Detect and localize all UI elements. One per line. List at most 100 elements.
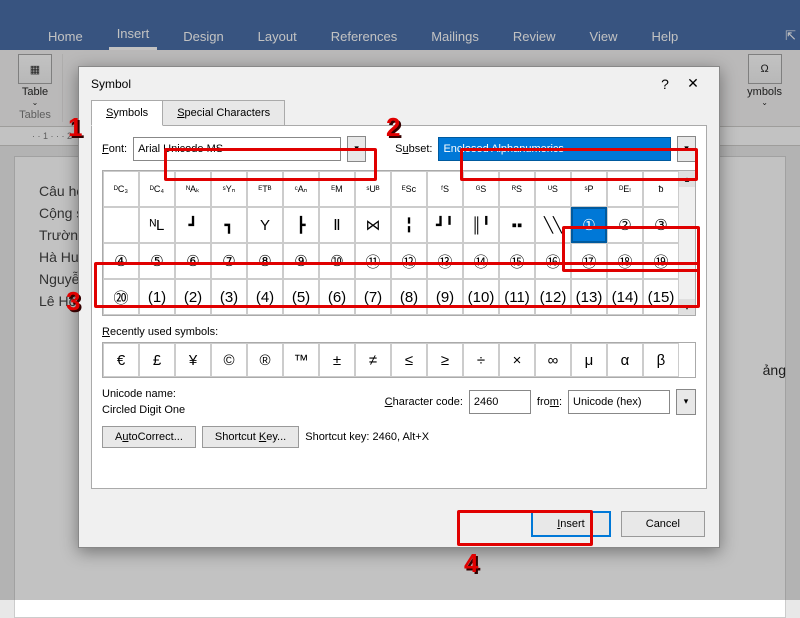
symbol-cell[interactable]: ③ xyxy=(643,207,679,243)
symbol-cell[interactable]: ⑫ xyxy=(391,243,427,279)
symbol-cell[interactable]: ⑬ xyxy=(427,243,463,279)
symbol-cell[interactable]: ™ xyxy=(283,343,319,377)
symbol-cell[interactable]: ┣ xyxy=(283,207,319,243)
symbol-cell[interactable]: (5) xyxy=(283,279,319,315)
symbol-cell[interactable]: ║╹ xyxy=(463,207,499,243)
symbol-cell[interactable]: ⑱ xyxy=(607,243,643,279)
symbol-cell[interactable]: (2) xyxy=(175,279,211,315)
symbol-cell[interactable]: ᴰC₄ xyxy=(139,171,175,207)
symbol-cell[interactable]: ⑧ xyxy=(247,243,283,279)
symbol-cell[interactable] xyxy=(103,207,139,243)
symbol-cell[interactable]: ƀ xyxy=(643,171,679,207)
help-icon[interactable]: ? xyxy=(651,76,679,92)
symbol-cell[interactable]: (6) xyxy=(319,279,355,315)
symbol-cell[interactable]: ⑲ xyxy=(643,243,679,279)
subset-dropdown[interactable]: ▾ xyxy=(677,136,696,162)
symbol-cell[interactable]: ᴰC₃ xyxy=(103,171,139,207)
symbol-cell[interactable]: ᴰEₗ xyxy=(607,171,643,207)
symbol-cell[interactable]: ┓ xyxy=(211,207,247,243)
symbol-cell[interactable]: Ⅱ xyxy=(319,207,355,243)
symbol-grid: ᴰC₃ᴰC₄ᴺAₖˢYₙᴱTᴮᶜAₙᴱMˢUᴮᴱScᶠSᴳSᴿSᵁSˢPᴰEₗƀ… xyxy=(102,170,696,316)
symbol-cell[interactable]: ᴺAₖ xyxy=(175,171,211,207)
symbol-cell[interactable]: © xyxy=(211,343,247,377)
symbol-cell[interactable]: ⑳ xyxy=(103,279,139,315)
symbol-cell[interactable]: ® xyxy=(247,343,283,377)
subset-input[interactable] xyxy=(438,137,671,161)
font-dropdown[interactable]: ▾ xyxy=(347,136,366,162)
symbol-cell[interactable]: ⑯ xyxy=(535,243,571,279)
symbol-cell[interactable]: ⑩ xyxy=(319,243,355,279)
symbol-cell[interactable]: ④ xyxy=(103,243,139,279)
symbol-cell[interactable]: (12) xyxy=(535,279,571,315)
symbol-cell[interactable]: ⑪ xyxy=(355,243,391,279)
symbol-cell[interactable]: ▪▪ xyxy=(499,207,535,243)
symbol-cell[interactable]: ˢP xyxy=(571,171,607,207)
symbol-cell[interactable]: ˢUᴮ xyxy=(355,171,391,207)
symbol-cell[interactable]: ⑥ xyxy=(175,243,211,279)
symbol-cell[interactable]: α xyxy=(607,343,643,377)
symbol-cell[interactable]: ᴱSc xyxy=(391,171,427,207)
symbol-cell[interactable]: μ xyxy=(571,343,607,377)
symbol-cell[interactable]: ⑰ xyxy=(571,243,607,279)
symbol-cell[interactable]: ≥ xyxy=(427,343,463,377)
symbol-cell[interactable]: (14) xyxy=(607,279,643,315)
tab-special-characters[interactable]: Special Characters xyxy=(162,100,285,126)
grid-scrollbar[interactable]: ▴ ▾ xyxy=(678,171,695,315)
symbol-cell[interactable]: β xyxy=(643,343,679,377)
shortcut-key-button[interactable]: Shortcut Key... xyxy=(202,426,299,448)
symbol-cell[interactable]: ᵁS xyxy=(535,171,571,207)
tab-symbols[interactable]: SSymbolsymbols xyxy=(91,100,163,126)
symbol-cell[interactable]: (3) xyxy=(211,279,247,315)
symbol-cell[interactable]: × xyxy=(499,343,535,377)
symbol-cell[interactable]: ⋈ xyxy=(355,207,391,243)
symbol-cell[interactable]: (13) xyxy=(571,279,607,315)
symbol-cell[interactable]: ± xyxy=(319,343,355,377)
symbol-cell[interactable]: ⑤ xyxy=(139,243,175,279)
symbol-cell[interactable]: ᴱM xyxy=(319,171,355,207)
symbol-cell[interactable]: (7) xyxy=(355,279,391,315)
char-code-input[interactable] xyxy=(469,390,531,414)
insert-button[interactable]: Insert xyxy=(531,511,611,537)
symbol-cell[interactable]: ① xyxy=(571,207,607,243)
symbol-cell[interactable]: ᴳS xyxy=(463,171,499,207)
symbol-cell[interactable]: ᴿS xyxy=(499,171,535,207)
symbol-cell[interactable]: € xyxy=(103,343,139,377)
from-dropdown[interactable]: ▾ xyxy=(676,389,696,415)
symbol-cell[interactable]: (1) xyxy=(139,279,175,315)
symbol-cell[interactable]: (9) xyxy=(427,279,463,315)
symbol-cell[interactable]: ᶠS xyxy=(427,171,463,207)
symbol-cell[interactable]: ⑦ xyxy=(211,243,247,279)
symbol-cell[interactable]: Y xyxy=(247,207,283,243)
cancel-button[interactable]: Cancel xyxy=(621,511,705,537)
symbol-cell[interactable]: (11) xyxy=(499,279,535,315)
symbol-cell[interactable]: ¥ xyxy=(175,343,211,377)
symbol-cell[interactable]: ∞ xyxy=(535,343,571,377)
symbol-cell[interactable]: ᴱTᴮ xyxy=(247,171,283,207)
symbol-cell[interactable]: ┛ xyxy=(175,207,211,243)
from-input[interactable] xyxy=(568,390,670,414)
close-icon[interactable]: ✕ xyxy=(679,75,707,92)
symbol-cell[interactable]: ╲╲ xyxy=(535,207,571,243)
symbol-cell[interactable]: (10) xyxy=(463,279,499,315)
symbol-cell[interactable]: ᶜAₙ xyxy=(283,171,319,207)
symbol-cell[interactable]: ⑨ xyxy=(283,243,319,279)
autocorrect-button[interactable]: AutoCorrect... xyxy=(102,426,196,448)
symbol-cell[interactable]: ≤ xyxy=(391,343,427,377)
symbol-cell[interactable]: ᴺL xyxy=(139,207,175,243)
symbol-cell[interactable]: ⑮ xyxy=(499,243,535,279)
symbol-cell[interactable]: £ xyxy=(139,343,175,377)
symbol-cell[interactable]: ⑭ xyxy=(463,243,499,279)
symbol-cell[interactable]: ≠ xyxy=(355,343,391,377)
font-input[interactable] xyxy=(133,137,341,161)
unicode-name-label: Unicode name: xyxy=(102,388,185,400)
scroll-up-icon[interactable]: ▴ xyxy=(679,171,695,187)
symbol-cell[interactable]: ② xyxy=(607,207,643,243)
symbol-cell[interactable]: (4) xyxy=(247,279,283,315)
symbol-cell[interactable]: ╏ xyxy=(391,207,427,243)
symbol-cell[interactable]: ˢYₙ xyxy=(211,171,247,207)
symbol-cell[interactable]: (8) xyxy=(391,279,427,315)
symbol-cell[interactable]: (15) xyxy=(643,279,679,315)
symbol-cell[interactable]: ÷ xyxy=(463,343,499,377)
scroll-down-icon[interactable]: ▾ xyxy=(679,299,695,315)
symbol-cell[interactable]: ┛╹ xyxy=(427,207,463,243)
